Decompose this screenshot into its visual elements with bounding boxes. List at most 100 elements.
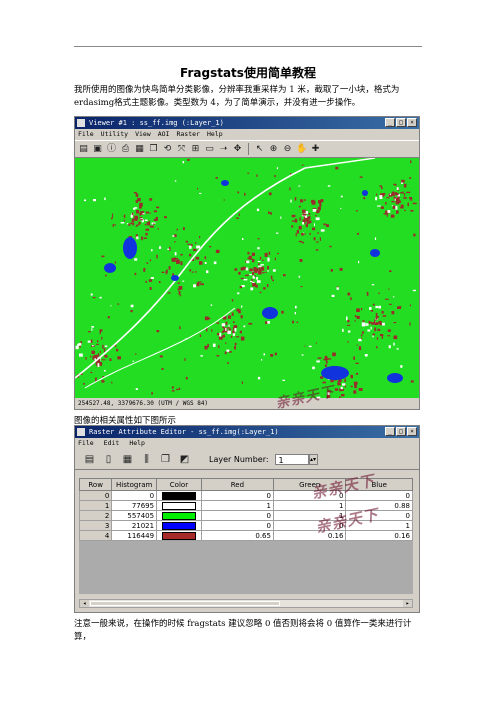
table-row[interactable]: 3 21021 0 0 1	[78, 520, 413, 531]
table-row[interactable]: 4 116449 0.65 0.16 0.16	[78, 530, 413, 541]
graph-icon[interactable]: ◩	[178, 453, 191, 466]
open-icon[interactable]: ▤	[78, 144, 89, 155]
urban-patch	[168, 266, 171, 270]
column-header-red[interactable]: Red	[200, 478, 274, 491]
info-icon[interactable]: ⓘ	[106, 144, 117, 155]
menu-file[interactable]: File	[78, 438, 94, 449]
urban-patch	[153, 223, 156, 225]
close-button[interactable]: ×	[407, 427, 417, 436]
layer-number-input[interactable]: 1	[274, 453, 309, 465]
minimize-button[interactable]: _	[385, 118, 395, 127]
classified-image[interactable]	[66, 157, 419, 407]
row-number: 4	[78, 530, 113, 541]
rotate-icon[interactable]: ⟲	[162, 144, 173, 155]
save-icon[interactable]: ▦	[134, 144, 145, 155]
save-icon[interactable]: ▦	[121, 453, 134, 466]
urban-patch	[176, 228, 178, 231]
histogram-cell[interactable]: 0	[111, 490, 158, 501]
measure-icon[interactable]: ▭	[204, 144, 215, 155]
green-cell[interactable]: 1	[272, 500, 347, 511]
menu-view[interactable]: View	[135, 129, 151, 140]
column-header-green[interactable]: Green	[272, 478, 347, 491]
menu-file[interactable]: File	[78, 129, 94, 140]
scroll-left-icon[interactable]: ◂	[80, 600, 89, 607]
open-layer-icon[interactable]: ▣	[92, 144, 103, 155]
red-cell[interactable]: 0	[200, 490, 274, 501]
column-header-row[interactable]: Row	[78, 478, 113, 491]
close-button[interactable]: ×	[407, 118, 417, 127]
urban-patch	[204, 256, 207, 260]
scattered-patch	[335, 166, 339, 170]
copy-icon[interactable]: ❐	[159, 453, 172, 466]
red-cell[interactable]: 0.65	[200, 530, 274, 541]
urban-patch	[142, 213, 145, 215]
blue-cell[interactable]: 0	[345, 510, 413, 521]
urban-patch	[262, 259, 264, 261]
column-header-color[interactable]: Color	[156, 478, 202, 491]
scroll-right-icon[interactable]: ▸	[403, 600, 412, 607]
open-icon[interactable]: ▤	[83, 453, 96, 466]
green-cell[interactable]: 0	[272, 520, 347, 531]
new-icon[interactable]: ▯	[102, 453, 115, 466]
layer-spinner[interactable]: ▴▾	[308, 453, 318, 465]
blue-cell[interactable]: 1	[345, 520, 413, 531]
red-cell[interactable]: 0	[200, 510, 274, 521]
inquire-icon[interactable]: ✚	[310, 144, 321, 155]
color-cell[interactable]	[156, 500, 202, 511]
urban-patch	[334, 388, 339, 391]
histogram-cell[interactable]: 116449	[111, 530, 158, 541]
scattered-patch	[355, 210, 358, 212]
zoom-box-icon[interactable]: ⊞	[190, 144, 201, 155]
menu-raster[interactable]: Raster	[176, 129, 199, 140]
zoom-in-icon[interactable]: ⊕	[268, 144, 279, 155]
column-header-blue[interactable]: Blue	[345, 478, 413, 491]
print-icon[interactable]: ⎙	[120, 144, 131, 155]
urban-patch	[252, 258, 255, 263]
histogram-cell[interactable]: 77695	[111, 500, 158, 511]
blue-cell[interactable]: 0.88	[345, 500, 413, 511]
maximize-button[interactable]: □	[396, 427, 406, 436]
column-properties-icon[interactable]: ⫼	[140, 453, 153, 466]
red-cell[interactable]: 1	[200, 500, 274, 511]
menu-help[interactable]: Help	[207, 129, 223, 140]
histogram-cell[interactable]: 21021	[111, 520, 158, 531]
color-cell[interactable]	[156, 510, 202, 521]
roam-icon[interactable]: ✋	[296, 144, 307, 155]
green-cell[interactable]: 0	[272, 490, 347, 501]
green-cell[interactable]: 0.16	[272, 530, 347, 541]
blue-cell[interactable]: 0	[345, 490, 413, 501]
copy-icon[interactable]: ❐	[148, 144, 159, 155]
menu-utility[interactable]: Utility	[101, 129, 128, 140]
scattered-patch	[370, 326, 372, 330]
scroll-thumb[interactable]	[90, 601, 280, 606]
urban-patch	[374, 327, 377, 332]
table-row[interactable]: 1 77695 1 1 0.88	[78, 500, 413, 511]
scattered-patch	[376, 337, 379, 340]
arrow-icon[interactable]: ➝	[218, 144, 229, 155]
menu-aoi[interactable]: AOI	[158, 129, 170, 140]
color-cell[interactable]	[156, 530, 202, 541]
red-cell[interactable]: 0	[200, 520, 274, 531]
green-cell[interactable]: 1	[272, 510, 347, 521]
pan-icon[interactable]: ✥	[232, 144, 243, 155]
minimize-button[interactable]: _	[385, 427, 395, 436]
blue-cell[interactable]: 0.16	[345, 530, 413, 541]
scattered-patch	[139, 217, 143, 219]
color-cell[interactable]	[156, 490, 202, 501]
scattered-patch	[117, 303, 120, 305]
row-number: 3	[78, 520, 113, 531]
horizontal-scrollbar[interactable]: ◂ ▸	[79, 599, 413, 608]
fit-icon[interactable]: ⤧	[176, 144, 187, 155]
column-header-histogram[interactable]: Histogram	[111, 478, 158, 491]
color-cell[interactable]	[156, 520, 202, 531]
table-row[interactable]: 0 0 0 0 0	[78, 490, 413, 501]
select-icon[interactable]: ↖	[254, 144, 265, 155]
histogram-cell[interactable]: 557405	[111, 510, 158, 521]
scattered-patch	[270, 212, 272, 215]
maximize-button[interactable]: □	[396, 118, 406, 127]
table-row[interactable]: 2 557405 0 1 0	[78, 510, 413, 521]
zoom-out-icon[interactable]: ⊖	[282, 144, 293, 155]
urban-patch	[135, 225, 138, 227]
menu-edit[interactable]: Edit	[104, 438, 120, 449]
menu-help[interactable]: Help	[129, 438, 145, 449]
